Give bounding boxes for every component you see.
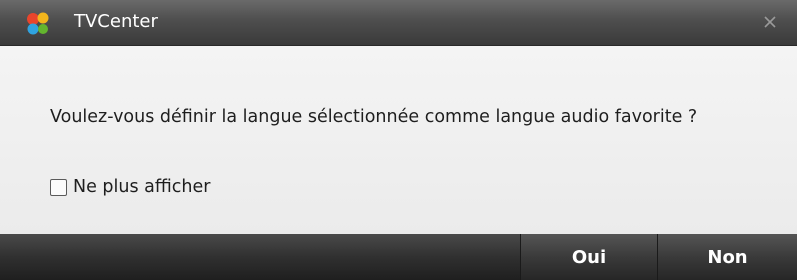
no-button[interactable]: Non [658,234,797,280]
confirmation-dialog: TVCenter Voulez-vous définir la langue s… [0,0,797,280]
window-title: TVCenter [74,11,158,32]
dont-show-again-checkbox[interactable]: Ne plus afficher [50,176,210,198]
checkbox-box[interactable] [50,178,67,196]
dialog-body: Voulez-vous définir la langue sélectionn… [0,46,797,234]
button-bar: Oui Non [0,234,797,280]
title-bar: TVCenter [0,0,797,46]
close-icon[interactable] [757,9,783,35]
dialog-message: Voulez-vous définir la langue sélectionn… [50,107,698,127]
yes-button[interactable]: Oui [520,234,658,280]
tvcenter-logo-icon [27,12,49,35]
checkbox-label: Ne plus afficher [73,177,211,197]
